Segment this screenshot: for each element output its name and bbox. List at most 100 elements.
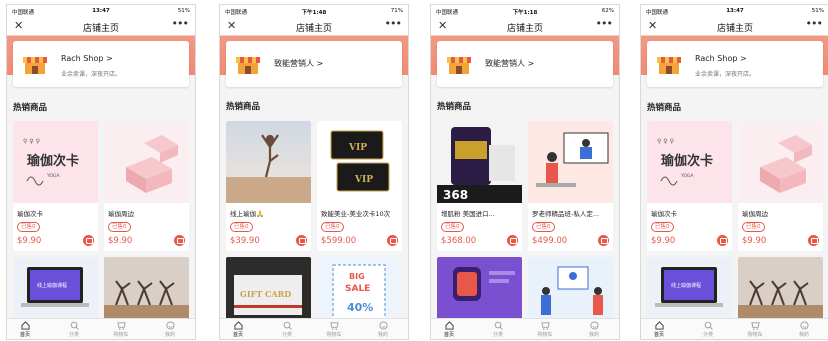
phone-screen: 中国联通 13:47 51% ✕ 店铺主页 ••• Rach Shop > 业余… xyxy=(6,4,196,340)
shop-card[interactable]: 致能营销人 > xyxy=(437,41,613,87)
shop-name[interactable]: Rach Shop > xyxy=(61,54,113,63)
product-title: 瑜伽次卡 xyxy=(651,210,677,218)
shop-card[interactable]: Rach Shop > 业余卖课，深夜开店。 xyxy=(13,41,189,87)
shop-name[interactable]: 致能营销人 > xyxy=(485,58,534,69)
tab-cart[interactable]: 购物车 xyxy=(740,321,770,338)
shop-name[interactable]: 致能营销人 > xyxy=(274,58,323,69)
product-card[interactable]: 线上瑜伽课程 xyxy=(647,257,732,321)
teacher-image[interactable] xyxy=(528,121,613,203)
tab-cart[interactable]: 购物车 xyxy=(530,321,560,338)
add-to-cart-button[interactable] xyxy=(387,235,398,246)
add-to-cart-button[interactable] xyxy=(598,235,609,246)
yoga-block-image[interactable] xyxy=(104,121,189,203)
more-button[interactable]: ••• xyxy=(385,17,402,30)
add-to-cart-button[interactable] xyxy=(296,235,307,246)
yoga-card-image[interactable]: ⚲ ♀ ⚲ 瑜伽次卡 YOGA xyxy=(13,121,98,203)
svg-text:YOGA: YOGA xyxy=(46,173,61,179)
status-bar: 中国联通 下午1:18 62% xyxy=(431,5,619,17)
tab-category[interactable]: 分类 xyxy=(272,321,302,338)
yoga-beach-image[interactable] xyxy=(226,121,311,203)
tab-label: 我的 xyxy=(588,332,599,338)
tab-label: 购物车 xyxy=(326,332,342,338)
product-card[interactable] xyxy=(104,257,189,321)
add-to-cart-button[interactable] xyxy=(174,235,185,246)
sold-badge: 已售0 xyxy=(742,222,765,232)
svg-text:VIP: VIP xyxy=(348,143,367,153)
tab-category[interactable]: 分类 xyxy=(59,321,89,338)
page-title: 店铺主页 xyxy=(82,24,119,34)
smartwatch-image[interactable] xyxy=(437,257,522,321)
product-card[interactable]: 线上瑜伽🙏 已售0 $39.90 xyxy=(226,121,311,251)
product-card[interactable] xyxy=(738,257,823,321)
product-card[interactable]: 罗老师精品班-私人定... 已售0 $499.00 xyxy=(528,121,613,251)
tab-home[interactable]: 首页 xyxy=(434,321,464,338)
yoga-block-image[interactable] xyxy=(738,121,823,203)
tab-home[interactable]: 首页 xyxy=(10,321,40,338)
vip-card-image[interactable]: VIP VIP xyxy=(317,121,402,203)
shop-name[interactable]: Rach Shop > xyxy=(695,54,747,63)
yoga-block-art xyxy=(738,121,823,203)
product-card[interactable]: BIG SALE 40% xyxy=(317,257,402,321)
shop-icon xyxy=(447,57,471,74)
yoga-group-image[interactable] xyxy=(738,257,823,321)
more-button[interactable]: ••• xyxy=(806,17,823,30)
more-button[interactable]: ••• xyxy=(596,17,613,30)
product-price: $9.90 xyxy=(651,236,676,246)
product-card[interactable]: 368 增肌粉 美国进口... 已售0 $368.00 xyxy=(437,121,522,251)
tab-category[interactable]: 分类 xyxy=(483,321,513,338)
tab-home[interactable]: 首页 xyxy=(223,321,253,338)
yoga-group-art xyxy=(104,257,189,321)
product-card[interactable]: 线上瑜伽课程 xyxy=(13,257,98,321)
product-card[interactable]: ⚲ ♀ ⚲ 瑜伽次卡 YOGA 瑜伽次卡 已售0 $9.90 xyxy=(13,121,98,251)
shop-card[interactable]: Rach Shop > 业余卖课，深夜开店。 xyxy=(647,41,823,87)
home-icon xyxy=(233,321,243,330)
laptop-class-image[interactable]: 线上瑜伽课程 xyxy=(647,257,732,321)
tab-home[interactable]: 首页 xyxy=(644,321,674,338)
status-bar: 中国联通 13:47 51% xyxy=(641,5,828,17)
product-card[interactable]: 瑜伽周边 已售0 $9.90 xyxy=(104,121,189,251)
add-to-cart-button[interactable] xyxy=(507,235,518,246)
tab-bar: 首页 分类 购物车 我的 xyxy=(220,318,408,339)
laptop-class-image[interactable]: 线上瑜伽课程 xyxy=(13,257,98,321)
shop-card[interactable]: 致能营销人 > xyxy=(226,41,402,87)
product-title: 增肌粉 美国进口... xyxy=(441,210,495,218)
product-card[interactable]: GIFT CARD xyxy=(226,257,311,321)
yoga-card-title: 瑜伽次卡 xyxy=(27,153,79,169)
more-button[interactable]: ••• xyxy=(172,17,189,30)
smartwatch-art xyxy=(437,257,522,321)
gift-card-image[interactable]: GIFT CARD xyxy=(226,257,311,321)
yoga-group-image[interactable] xyxy=(104,257,189,321)
product-title: 瑜伽次卡 xyxy=(17,210,43,218)
add-to-cart-button[interactable] xyxy=(717,235,728,246)
product-price: $499.00 xyxy=(532,236,568,246)
add-to-cart-button[interactable] xyxy=(808,235,819,246)
product-card[interactable]: 瑜伽周边 已售0 $9.90 xyxy=(738,121,823,251)
product-title: 瑜伽周边 xyxy=(108,210,134,218)
product-card[interactable] xyxy=(528,257,613,321)
meeting-image[interactable] xyxy=(528,257,613,321)
protein-image[interactable]: 368 xyxy=(437,121,522,203)
section-title: 热销商品 xyxy=(437,102,472,112)
tab-label: 分类 xyxy=(492,332,503,338)
big-sale-art: BIG SALE 40% xyxy=(317,257,402,321)
tab-profile[interactable]: 我的 xyxy=(789,321,819,338)
tab-category[interactable]: 分类 xyxy=(693,321,723,338)
big-sale-image[interactable]: BIG SALE 40% xyxy=(317,257,402,321)
status-bar: 中国联通 13:47 51% xyxy=(7,5,195,17)
svg-text:线上瑜伽课程: 线上瑜伽课程 xyxy=(671,282,701,289)
nav-bar: ✕ 店铺主页 ••• xyxy=(641,17,828,35)
product-card[interactable]: VIP VIP 致能美业-美业次卡10次 已售0 $599.00 xyxy=(317,121,402,251)
tab-cart[interactable]: 购物车 xyxy=(319,321,349,338)
nav-bar: ✕ 店铺主页 ••• xyxy=(431,17,619,35)
svg-text:SALE: SALE xyxy=(345,284,370,294)
tab-cart[interactable]: 购物车 xyxy=(106,321,136,338)
tab-profile[interactable]: 我的 xyxy=(368,321,398,338)
add-to-cart-button[interactable] xyxy=(83,235,94,246)
product-card[interactable] xyxy=(437,257,522,321)
tab-label: 分类 xyxy=(281,332,292,338)
nav-bar: ✕ 店铺主页 ••• xyxy=(7,17,195,35)
product-card[interactable]: ⚲ ♀ ⚲ 瑜伽次卡 YOGA 瑜伽次卡 已售0 $9.90 xyxy=(647,121,732,251)
yoga-card-image[interactable]: ⚲ ♀ ⚲ 瑜伽次卡 YOGA xyxy=(647,121,732,203)
tab-profile[interactable]: 我的 xyxy=(579,321,609,338)
tab-profile[interactable]: 我的 xyxy=(155,321,185,338)
